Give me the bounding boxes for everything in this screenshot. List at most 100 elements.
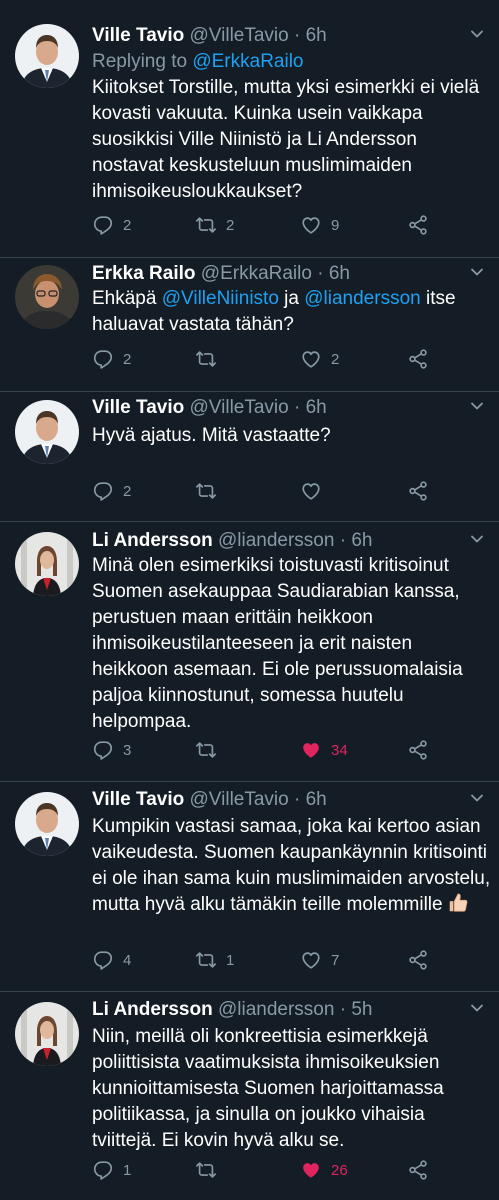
chevron-down-icon[interactable] [469, 790, 485, 806]
like-button[interactable]: 34 [300, 738, 348, 762]
share-icon [407, 348, 429, 370]
share-icon [407, 214, 429, 236]
retweet-icon [195, 480, 217, 502]
retweet-icon [195, 1159, 217, 1181]
reply-button[interactable]: 2 [92, 213, 131, 237]
tweet-actions: 2 2 9 [92, 213, 432, 237]
author-name[interactable]: Li Andersson [92, 999, 213, 1020]
retweet-icon [195, 214, 217, 236]
reply-count: 2 [123, 350, 132, 368]
tweet-6[interactable]: Li Andersson @liandersson · 5h Niin, mei… [0, 992, 499, 1200]
reply-button[interactable]: 3 [92, 738, 131, 762]
retweet-button[interactable] [195, 738, 226, 762]
avatar[interactable] [15, 1002, 79, 1066]
tweet-text: Hyvä ajatus. Mitä vastaatte? [92, 425, 331, 446]
like-button[interactable]: 7 [300, 948, 339, 972]
reply-button[interactable]: 1 [92, 1158, 131, 1182]
tweet-actions: 3 34 [92, 738, 432, 762]
avatar[interactable] [15, 24, 79, 88]
like-button[interactable]: 9 [300, 213, 339, 237]
author-handle-time: @VilleTavio · 6h [189, 397, 327, 418]
share-icon [407, 1159, 429, 1181]
share-icon [407, 480, 429, 502]
author-handle-time: @ErkkaRailo · 6h [200, 263, 350, 284]
tweet-text: Niin, meillä oli konkreettisia esimerkke… [92, 1026, 444, 1151]
author-name[interactable]: Ville Tavio [92, 25, 184, 46]
like-count: 2 [331, 350, 340, 368]
chevron-down-icon[interactable] [469, 26, 485, 42]
avatar[interactable] [15, 532, 79, 596]
share-button[interactable] [407, 213, 429, 237]
chevron-down-icon[interactable] [469, 264, 485, 280]
reply-icon [92, 949, 114, 971]
tweet-header: Ville Tavio @VilleTavio · 6h [92, 788, 327, 812]
reply-count: 4 [123, 951, 132, 969]
tweet-header: Ville Tavio @VilleTavio · 6h [92, 24, 327, 48]
author-handle-time: @VilleTavio · 6h [189, 25, 327, 46]
mention-link[interactable]: @liandersson [304, 288, 420, 309]
share-button[interactable] [407, 948, 429, 972]
retweet-button[interactable] [195, 347, 226, 371]
retweet-count: 1 [226, 951, 235, 969]
tweet-header: Li Andersson @liandersson · 5h [92, 998, 372, 1022]
avatar[interactable] [15, 265, 79, 329]
share-button[interactable] [407, 479, 429, 503]
chevron-down-icon[interactable] [469, 1000, 485, 1016]
reply-button[interactable]: 4 [92, 948, 131, 972]
retweet-button[interactable]: 2 [195, 213, 234, 237]
reply-icon [92, 739, 114, 761]
replying-to: Replying to @ErkkaRailo [92, 50, 304, 74]
share-button[interactable] [407, 738, 429, 762]
retweet-button[interactable] [195, 1158, 226, 1182]
tweet-4[interactable]: Li Andersson @liandersson · 6h Minä olen… [0, 522, 499, 782]
retweet-button[interactable] [195, 479, 226, 503]
author-name[interactable]: Erkka Railo [92, 263, 196, 284]
like-icon [300, 739, 322, 761]
share-button[interactable] [407, 1158, 429, 1182]
mention-link[interactable]: @ErkkaRailo [192, 51, 303, 72]
tweet-header: Ville Tavio @VilleTavio · 6h [92, 396, 327, 420]
retweet-button[interactable]: 1 [195, 948, 234, 972]
reply-count: 1 [123, 1161, 132, 1179]
share-icon [407, 739, 429, 761]
author-handle-time: @VilleTavio · 6h [189, 789, 327, 810]
avatar[interactable] [15, 400, 79, 464]
reply-button[interactable]: 2 [92, 347, 131, 371]
author-handle-time: @liandersson · 6h [217, 530, 373, 551]
avatar[interactable] [15, 792, 79, 856]
chevron-down-icon[interactable] [469, 531, 485, 547]
retweet-icon [195, 949, 217, 971]
author-name[interactable]: Li Andersson [92, 530, 213, 551]
like-icon [300, 348, 322, 370]
tweet-1[interactable]: Ville Tavio @VilleTavio · 6h Replying to… [0, 0, 499, 258]
text-segment: Ehkäpä [92, 288, 162, 309]
tweet-5[interactable]: Ville Tavio @VilleTavio · 6h Kumpikin va… [0, 782, 499, 992]
like-button[interactable] [300, 479, 331, 503]
reply-icon [92, 348, 114, 370]
like-button[interactable]: 2 [300, 347, 339, 371]
reply-icon [92, 214, 114, 236]
reply-icon [92, 1159, 114, 1181]
tweet-actions: 1 26 [92, 1158, 432, 1182]
tweet-text: Kiitokset Torstille, mutta yksi esimerkk… [92, 77, 480, 202]
chevron-down-icon[interactable] [469, 398, 485, 414]
retweet-icon [195, 348, 217, 370]
reply-icon [92, 480, 114, 502]
share-button[interactable] [407, 347, 429, 371]
reply-button[interactable]: 2 [92, 479, 131, 503]
tweet-3[interactable]: Ville Tavio @VilleTavio · 6h Hyvä ajatus… [0, 392, 499, 522]
like-count: 34 [331, 741, 348, 759]
retweet-count: 2 [226, 216, 235, 234]
text-segment: Kumpikin vastasi samaa, joka kai kertoo … [92, 816, 491, 915]
like-button[interactable]: 26 [300, 1158, 348, 1182]
mention-link[interactable]: @VilleNiinisto [162, 288, 279, 309]
author-name[interactable]: Ville Tavio [92, 397, 184, 418]
tweet-actions: 2 2 [92, 347, 432, 371]
replying-to-label: Replying to [92, 51, 193, 72]
author-name[interactable]: Ville Tavio [92, 789, 184, 810]
thumbs-up-emoji-icon [449, 893, 467, 912]
author-handle-time: @liandersson · 5h [217, 999, 373, 1020]
like-count: 26 [331, 1161, 348, 1179]
tweet-2[interactable]: Erkka Railo @ErkkaRailo · 6h Ehkäpä @Vil… [0, 258, 499, 392]
tweet-header: Li Andersson @liandersson · 6h [92, 529, 372, 553]
